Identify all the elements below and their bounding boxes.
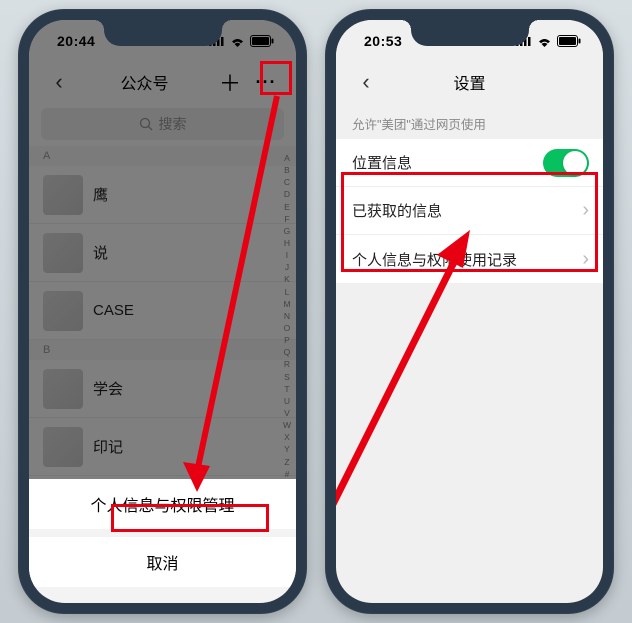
setting-location-row[interactable]: 位置信息 bbox=[336, 139, 603, 187]
screen-right: 20:53 ‹ 设置 允许"美团"通过网页使用 位置信息 已获取的信息 › 个人… bbox=[336, 20, 603, 603]
notch bbox=[411, 20, 529, 46]
action-sheet: 个人信息与权限管理 取消 bbox=[29, 479, 296, 603]
nav-bar: ‹ 设置 bbox=[336, 62, 603, 102]
screen-left: 20:44 ‹ 公众号 ＋ ··· 搜索 A 鹰 说 CASE B 学 bbox=[29, 20, 296, 603]
setting-label: 位置信息 bbox=[352, 152, 412, 173]
section-header: 允许"美团"通过网页使用 bbox=[336, 102, 603, 139]
sheet-divider bbox=[29, 529, 296, 537]
setting-label: 个人信息与权限使用记录 bbox=[352, 249, 517, 270]
back-button[interactable]: ‹ bbox=[348, 64, 384, 100]
setting-obtained-info-row[interactable]: 已获取的信息 › bbox=[336, 187, 603, 235]
sheet-cancel-label: 取消 bbox=[146, 550, 178, 574]
status-time: 20:53 bbox=[364, 33, 402, 49]
sheet-manage-button[interactable]: 个人信息与权限管理 bbox=[29, 479, 296, 529]
notch bbox=[104, 20, 222, 46]
sheet-action-label: 个人信息与权限管理 bbox=[90, 492, 234, 516]
setting-permission-log-row[interactable]: 个人信息与权限使用记录 › bbox=[336, 235, 603, 283]
chevron-left-icon: ‹ bbox=[362, 69, 369, 95]
phone-frame-right: 20:53 ‹ 设置 允许"美团"通过网页使用 位置信息 已获取的信息 › 个人… bbox=[325, 9, 614, 614]
chevron-right-icon: › bbox=[582, 248, 589, 271]
toggle-switch[interactable] bbox=[543, 149, 589, 177]
chevron-right-icon: › bbox=[582, 199, 589, 222]
wifi-icon bbox=[537, 36, 552, 47]
phone-frame-left: 20:44 ‹ 公众号 ＋ ··· 搜索 A 鹰 说 CASE B 学 bbox=[18, 9, 307, 614]
battery-icon bbox=[557, 35, 581, 47]
sheet-cancel-button[interactable]: 取消 bbox=[29, 537, 296, 587]
setting-label: 已获取的信息 bbox=[352, 200, 442, 221]
page-title: 设置 bbox=[392, 70, 547, 94]
nav-spacer bbox=[555, 64, 591, 100]
